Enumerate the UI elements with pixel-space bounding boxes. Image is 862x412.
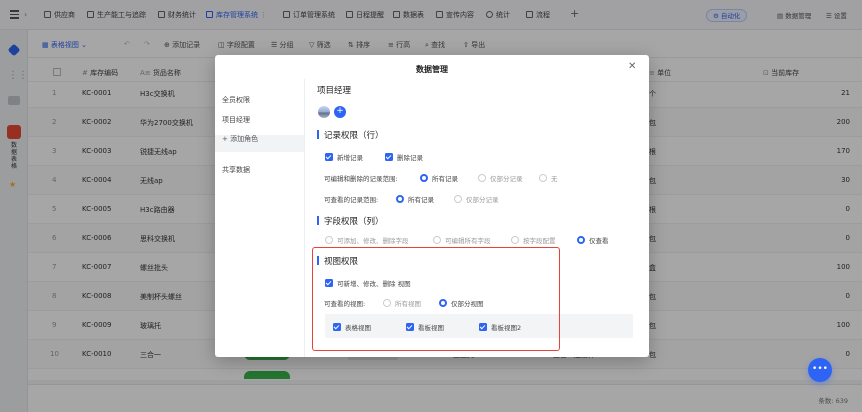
radio-selected-icon — [577, 236, 585, 244]
field-perm-view-only[interactable]: 仅查看 — [577, 235, 609, 245]
edit-scope-partial[interactable]: 仅部分记录 — [478, 173, 523, 183]
radio-icon — [539, 174, 547, 182]
delete-record-checkbox[interactable]: 删除记录 — [385, 152, 423, 162]
field-perm-edit-all[interactable]: 可编辑所有字段 — [433, 235, 491, 245]
sidebar-item-project-manager[interactable]: 项目经理 — [222, 115, 250, 125]
radio-icon — [478, 174, 486, 182]
role-title: 项目经理 — [317, 86, 352, 96]
add-record-checkbox[interactable]: 新增记录 — [325, 152, 363, 162]
add-member-button[interactable]: + — [334, 106, 346, 118]
checkbox-checked-icon — [385, 153, 393, 161]
edit-scope-label: 可编辑和删除的记录范围: — [324, 175, 398, 183]
close-icon[interactable]: ✕ — [628, 61, 636, 72]
highlight-box — [312, 247, 560, 351]
plus-icon: + — [222, 135, 228, 143]
field-perm-by-config[interactable]: 按字段配置 — [511, 235, 556, 245]
radio-selected-icon — [420, 174, 428, 182]
view-scope-all[interactable]: 所有记录 — [396, 194, 434, 204]
view-scope-partial[interactable]: 仅部分记录 — [454, 194, 499, 204]
modal-sidebar: 全员权限 项目经理 + 添加角色 共享数据 — [215, 79, 305, 357]
field-perm-title: 字段权限（列） — [317, 215, 384, 227]
modal-title: 数据管理 — [416, 65, 448, 74]
edit-scope-none[interactable]: 无 — [539, 173, 558, 183]
radio-selected-icon — [396, 195, 404, 203]
add-role-button[interactable]: + 添加角色 — [222, 134, 258, 144]
record-perm-title: 记录权限（行） — [317, 129, 384, 141]
checkbox-checked-icon — [325, 153, 333, 161]
more-fab-button[interactable]: ••• — [808, 358, 832, 382]
radio-icon — [511, 236, 519, 244]
edit-scope-all[interactable]: 所有记录 — [420, 173, 458, 183]
radio-icon — [433, 236, 441, 244]
view-scope-label: 可查看的记录范围: — [324, 196, 379, 204]
radio-icon — [325, 236, 333, 244]
avatar[interactable] — [318, 106, 330, 118]
sidebar-item-all-perm[interactable]: 全员权限 — [222, 95, 250, 105]
sidebar-item-shared-data[interactable]: 共享数据 — [222, 165, 250, 175]
radio-icon — [454, 195, 462, 203]
field-perm-full[interactable]: 可添加、修改、删除字段 — [325, 235, 409, 245]
